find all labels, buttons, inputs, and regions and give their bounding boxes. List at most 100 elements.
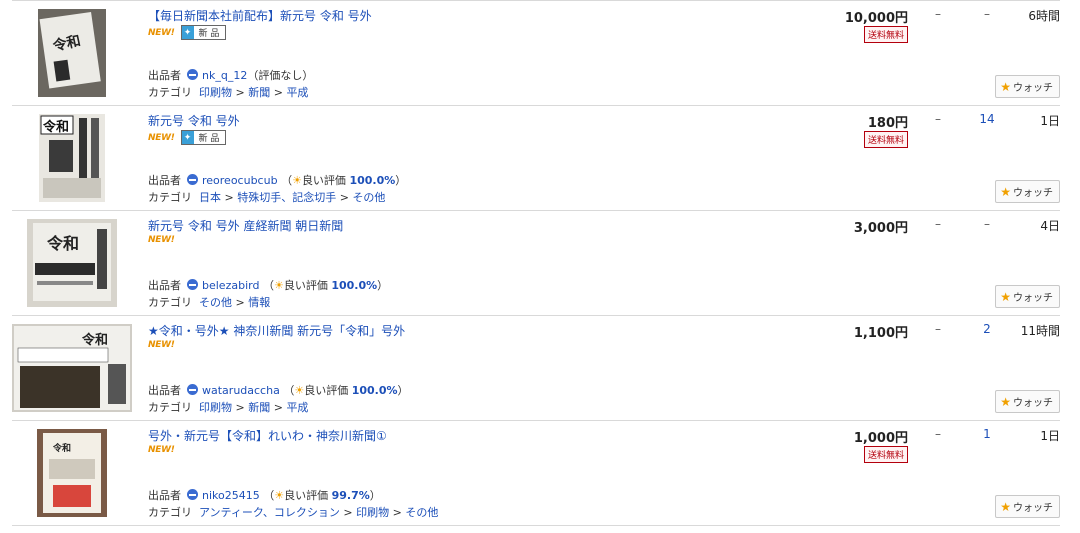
seller-name-link[interactable]: reoreocubcub: [202, 174, 278, 187]
category-link[interactable]: その他: [199, 296, 232, 309]
category-link[interactable]: 印刷物: [199, 401, 232, 414]
listing-price: 3,000円: [853, 221, 908, 236]
rating-close: ）: [397, 384, 409, 397]
category-link[interactable]: 平成: [286, 86, 308, 99]
auction-listing-list: 令和 【毎日新聞本社前配布】新元号 令和 号外 NEW! ✦ 新 品 出品者 nk_…: [12, 0, 1060, 526]
rating-percentage: 100.0%: [349, 174, 396, 187]
category-link[interactable]: 平成: [286, 401, 308, 414]
category-link[interactable]: 情報: [248, 296, 270, 309]
bid-count: –: [935, 112, 941, 126]
listing-title-link[interactable]: 【毎日新聞本社前配布】新元号 令和 号外: [148, 7, 372, 24]
listing-badges: NEW! ✦ 新 品: [148, 130, 227, 145]
new-item-icon: ✦: [181, 131, 194, 144]
listing-row: 令和 ★令和・号外★ 神奈川新聞 新元号「令和」号外 NEW! 出品者 watar…: [12, 316, 1060, 421]
new-listing-badge: NEW!: [148, 132, 175, 143]
category-label: カテゴリ: [148, 86, 192, 99]
listing-thumbnail[interactable]: 令和: [12, 114, 132, 202]
listing-title-link[interactable]: ★令和・号外★ 神奈川新聞 新元号「令和」号外: [148, 322, 405, 339]
seller-name-link[interactable]: watarudaccha: [202, 384, 280, 397]
seller-name-link[interactable]: belezabird: [202, 279, 259, 292]
listing-thumbnail[interactable]: 令和: [12, 324, 132, 412]
category-link[interactable]: 新聞: [248, 401, 270, 414]
rating-percentage: 100.0%: [331, 279, 378, 292]
watch-button[interactable]: ★ ウォッチ: [995, 495, 1060, 518]
thumbnail-headline: 令和: [52, 442, 71, 454]
watch-button[interactable]: ★ ウォッチ: [995, 180, 1060, 203]
watcher-count[interactable]: 1: [972, 427, 1002, 441]
sun-icon: ☀: [292, 174, 302, 187]
seller-label: 出品者: [148, 174, 181, 187]
rating-good-label: 良い評価: [301, 174, 346, 187]
listing-row: 令和 新元号 令和 号外 産経新聞 朝日新聞 NEW! 出品者 belezabir…: [12, 211, 1060, 316]
watch-label: ウォッチ: [1013, 83, 1053, 94]
time-left: 1日: [1040, 114, 1060, 128]
listing-thumbnail[interactable]: 令和: [12, 9, 132, 97]
free-shipping-badge: 送料無料: [863, 131, 908, 148]
rating-open: （: [281, 174, 293, 187]
listing-price: 180円: [867, 116, 908, 131]
seller-label: 出品者: [148, 384, 181, 397]
category-label: カテゴリ: [148, 401, 192, 414]
seller-name-link[interactable]: nk_q_12: [202, 69, 247, 82]
listing-row: 令和 号外・新元号【令和】れいわ・神奈川新聞① NEW! 出品者 niko2541…: [12, 421, 1060, 526]
watch-button[interactable]: ★ ウォッチ: [995, 285, 1060, 308]
new-listing-badge: NEW!: [148, 27, 175, 38]
sun-icon: ☀: [294, 384, 305, 397]
listing-title-link[interactable]: 新元号 令和 号外: [148, 112, 240, 129]
minus-circle-icon: [187, 384, 198, 395]
sun-icon: ☀: [274, 489, 285, 502]
category-breadcrumb: カテゴリ 日本 > 特殊切手、記念切手 > その他: [148, 191, 386, 204]
rating-good-label: 良い評価: [283, 279, 328, 292]
listing-thumbnail[interactable]: 令和: [12, 219, 132, 307]
category-link[interactable]: その他: [405, 506, 438, 519]
free-shipping-badge: 送料無料: [863, 446, 908, 463]
sun-icon: ☀: [273, 279, 284, 292]
time-left: 1日: [1040, 429, 1060, 443]
bid-count: –: [935, 217, 941, 231]
category-breadcrumb: カテゴリ 印刷物 > 新聞 > 平成: [148, 401, 309, 414]
watch-label: ウォッチ: [1013, 398, 1053, 409]
category-link[interactable]: 日本: [199, 191, 221, 204]
watch-button[interactable]: ★ ウォッチ: [995, 390, 1060, 413]
category-label: カテゴリ: [148, 506, 192, 519]
category-link[interactable]: 印刷物: [356, 506, 389, 519]
category-label: カテゴリ: [148, 191, 192, 204]
listing-price: 10,000円: [844, 11, 908, 26]
seller-rating-text: （評価なし）: [247, 69, 314, 82]
rating-close: ）: [395, 174, 407, 187]
rating-open: （: [262, 279, 274, 292]
category-link[interactable]: 新聞: [248, 86, 270, 99]
category-breadcrumb: カテゴリ その他 > 情報: [148, 296, 271, 309]
seller-name-link[interactable]: niko25415: [202, 489, 260, 502]
listing-title-link[interactable]: 号外・新元号【令和】れいわ・神奈川新聞①: [148, 427, 387, 444]
minus-circle-icon: [187, 174, 198, 185]
star-icon: ★: [1000, 395, 1011, 409]
bid-count: –: [935, 322, 941, 336]
bid-count: –: [935, 427, 941, 441]
seller-label: 出品者: [148, 279, 181, 292]
watcher-count[interactable]: 14: [972, 112, 1002, 126]
watcher-count: –: [984, 7, 990, 21]
listing-row: 令和 【毎日新聞本社前配布】新元号 令和 号外 NEW! ✦ 新 品 出品者 nk_…: [12, 0, 1060, 106]
listing-badges: NEW!: [148, 445, 175, 455]
rating-percentage: 99.7%: [331, 489, 370, 502]
seller-label: 出品者: [148, 489, 181, 502]
star-icon: ★: [1000, 500, 1011, 514]
listing-thumbnail[interactable]: 令和: [12, 429, 132, 517]
category-link[interactable]: 特殊切手、記念切手: [237, 191, 336, 204]
new-item-badge: ✦ 新 品: [180, 25, 227, 40]
listing-price: 1,100円: [853, 326, 908, 341]
listing-price: 1,000円: [853, 431, 908, 446]
category-link[interactable]: その他: [352, 191, 385, 204]
watch-button[interactable]: ★ ウォッチ: [995, 75, 1060, 98]
watch-label: ウォッチ: [1013, 503, 1053, 514]
seller-info: 出品者 niko25415 （☀良い評価 99.7%）: [148, 487, 381, 503]
category-link[interactable]: 印刷物: [199, 86, 232, 99]
minus-circle-icon: [187, 279, 198, 290]
watcher-count[interactable]: 2: [972, 322, 1002, 336]
category-link[interactable]: アンティーク、コレクション: [199, 506, 340, 519]
new-listing-badge: NEW!: [148, 235, 175, 245]
listing-title-link[interactable]: 新元号 令和 号外 産経新聞 朝日新聞: [148, 217, 343, 234]
new-listing-badge: NEW!: [148, 445, 175, 455]
listing-badges: NEW! ✦ 新 品: [148, 25, 227, 40]
